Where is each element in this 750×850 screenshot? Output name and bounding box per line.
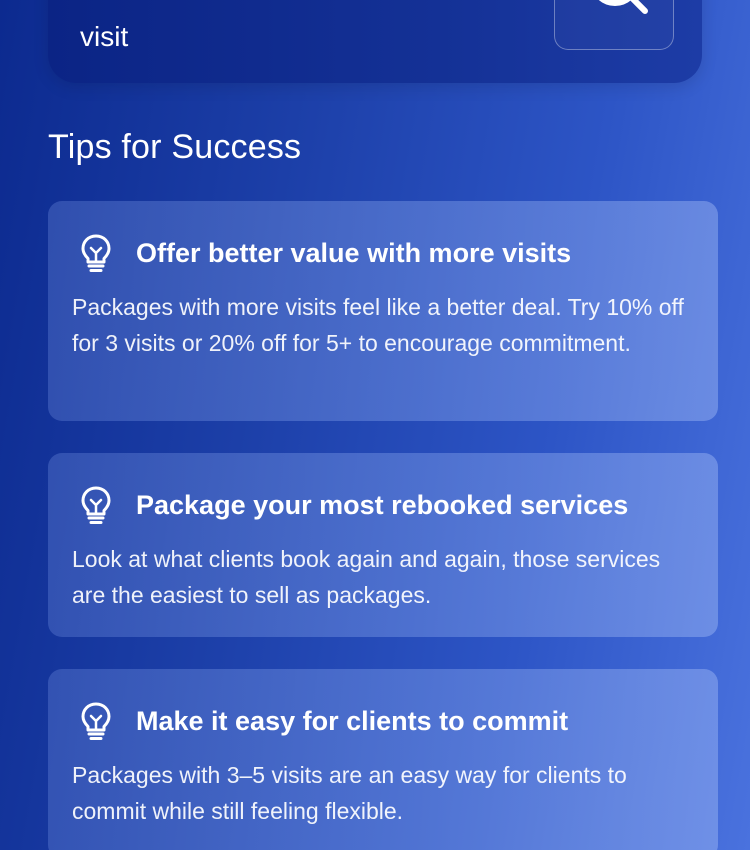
top-card: visit: [48, 0, 702, 83]
tip-card: Package your most rebooked services Look…: [48, 453, 718, 637]
tip-body: Packages with more visits feel like a be…: [72, 294, 684, 356]
tip-title: Offer better value with more visits: [136, 237, 572, 268]
tip-header: Package your most rebooked services: [72, 483, 694, 527]
tip-card: Make it easy for clients to commit Packa…: [48, 669, 718, 850]
tip-title: Package your most rebooked services: [136, 489, 629, 520]
lightbulb-icon: [72, 231, 124, 275]
search-icon: [598, 0, 648, 14]
search-button[interactable]: [554, 0, 674, 50]
lightbulb-icon: [72, 699, 124, 743]
tip-title: Make it easy for clients to commit: [136, 705, 569, 736]
tip-header: Make it easy for clients to commit: [72, 699, 694, 743]
tip-body: Packages with 3–5 visits are an easy way…: [72, 762, 627, 824]
top-card-text-line: visit: [80, 21, 129, 52]
section-title: Tips for Success: [48, 128, 302, 166]
tip-header: Offer better value with more visits: [72, 231, 694, 275]
tip-body: Look at what clients book again and agai…: [72, 546, 661, 608]
tip-card: Offer better value with more visits Pack…: [48, 201, 718, 421]
lightbulb-icon: [72, 483, 124, 527]
